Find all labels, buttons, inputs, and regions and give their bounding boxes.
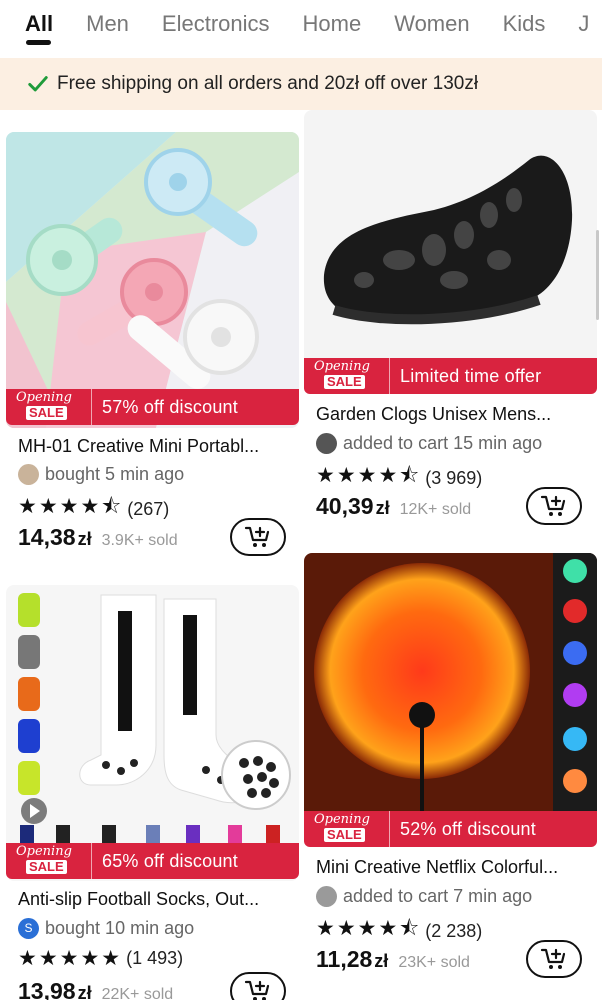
clog-photo: [304, 110, 597, 394]
opening-sale-logo: Opening SALE: [304, 811, 390, 847]
rating-count: (2 238): [425, 921, 483, 941]
currency: zł: [374, 951, 389, 971]
opening-sale-logo: Opening SALE: [6, 843, 92, 879]
product-title[interactable]: Garden Clogs Unisex Mens...: [316, 404, 551, 425]
recent-activity: added to cart 15 min ago: [316, 433, 542, 454]
sold-count: 12K+ sold: [399, 501, 472, 518]
price: 11,28: [316, 946, 373, 972]
tab-electronics[interactable]: Electronics: [162, 0, 270, 56]
discount-label: 57% off discount: [102, 396, 238, 417]
add-to-cart-icon: [540, 948, 566, 969]
price-row: 11,28 zł 23K+ sold: [316, 946, 470, 973]
rating: ★★★★⯪ (3 969): [316, 461, 482, 496]
discount-label: 52% off discount: [400, 818, 536, 839]
add-to-cart-button[interactable]: [230, 972, 286, 1000]
sunset-lamp-photo: [304, 553, 597, 847]
avatar: [316, 886, 337, 907]
add-to-cart-button[interactable]: [526, 940, 582, 978]
discount-label: Limited time offer: [400, 365, 542, 386]
promo-strip: Opening SALE 52% off discount: [304, 811, 597, 847]
price-row: 13,98 zł 22K+ sold: [18, 978, 173, 1000]
avatar: S: [18, 918, 39, 939]
tab-men[interactable]: Men: [86, 0, 129, 56]
rating-count: (1 493): [126, 948, 184, 968]
rating-count: (3 969): [425, 468, 483, 488]
product-image-football-socks[interactable]: [6, 585, 299, 881]
discount-label: 65% off discount: [102, 850, 238, 871]
star-rating-icons: ★★★★⯪: [316, 464, 422, 487]
tab-kids[interactable]: Kids: [503, 0, 546, 56]
product-image-mini-fan[interactable]: [6, 132, 299, 428]
promo-strip: Opening SALE Limited time offer: [304, 358, 597, 394]
rating: ★★★★⯪ (267): [18, 492, 169, 527]
category-tabs: All Men Electronics Home Women Kids J: [0, 0, 602, 56]
product-title[interactable]: Mini Creative Netflix Colorful...: [316, 857, 558, 878]
product-title[interactable]: Anti-slip Football Socks, Out...: [18, 889, 259, 910]
tab-all[interactable]: All: [25, 0, 53, 56]
add-to-cart-icon: [540, 495, 566, 516]
sold-count: 3.9K+ sold: [101, 532, 178, 549]
mini-fan-photo: [6, 132, 299, 428]
tab-home[interactable]: Home: [303, 0, 362, 56]
sold-count: 23K+ sold: [398, 954, 470, 971]
rating-count: (267): [127, 499, 170, 519]
opening-sale-logo: Opening SALE: [304, 358, 390, 394]
price-row: 14,38 zł 3.9K+ sold: [18, 524, 178, 551]
star-rating-icons: ★★★★⯪: [18, 495, 124, 518]
tab-women[interactable]: Women: [394, 0, 469, 56]
add-to-cart-icon: [244, 980, 270, 1000]
price: 40,39: [316, 493, 374, 519]
recent-activity: bought 5 min ago: [18, 464, 184, 485]
check-icon: [28, 76, 48, 92]
avatar: [18, 464, 39, 485]
active-tab-indicator: [26, 40, 51, 45]
add-to-cart-button[interactable]: [230, 518, 286, 556]
star-rating-icons: ★★★★★: [18, 947, 123, 970]
banner-text: Free shipping on all orders and 20zł off…: [57, 73, 479, 94]
currency: zł: [375, 498, 390, 518]
recent-activity: added to cart 7 min ago: [316, 886, 532, 907]
price: 14,38: [18, 524, 76, 550]
promo-strip: Opening SALE 57% off discount: [6, 389, 299, 425]
currency: zł: [77, 983, 92, 1000]
free-shipping-banner[interactable]: Free shipping on all orders and 20zł off…: [0, 58, 602, 110]
tab-more-truncated[interactable]: J: [578, 0, 589, 56]
currency: zł: [77, 529, 92, 549]
recent-activity: S bought 10 min ago: [18, 918, 194, 939]
add-to-cart-button[interactable]: [526, 487, 582, 525]
product-title[interactable]: MH-01 Creative Mini Portabl...: [18, 436, 259, 457]
price-row: 40,39 zł 12K+ sold: [316, 493, 471, 520]
product-image-garden-clogs[interactable]: [304, 110, 597, 394]
product-image-sunset-lamp[interactable]: [304, 553, 597, 847]
star-rating-icons: ★★★★⯪: [316, 917, 422, 940]
add-to-cart-icon: [244, 526, 270, 547]
sold-count: 22K+ sold: [101, 986, 174, 1000]
scrollbar[interactable]: [596, 230, 599, 320]
socks-photo: [6, 585, 299, 881]
rating: ★★★★★ (1 493): [18, 946, 183, 971]
opening-sale-logo: Opening SALE: [6, 389, 92, 425]
price: 13,98: [18, 978, 76, 1000]
rating: ★★★★⯪ (2 238): [316, 914, 482, 949]
avatar: [316, 433, 337, 454]
promo-strip: Opening SALE 65% off discount: [6, 843, 299, 879]
